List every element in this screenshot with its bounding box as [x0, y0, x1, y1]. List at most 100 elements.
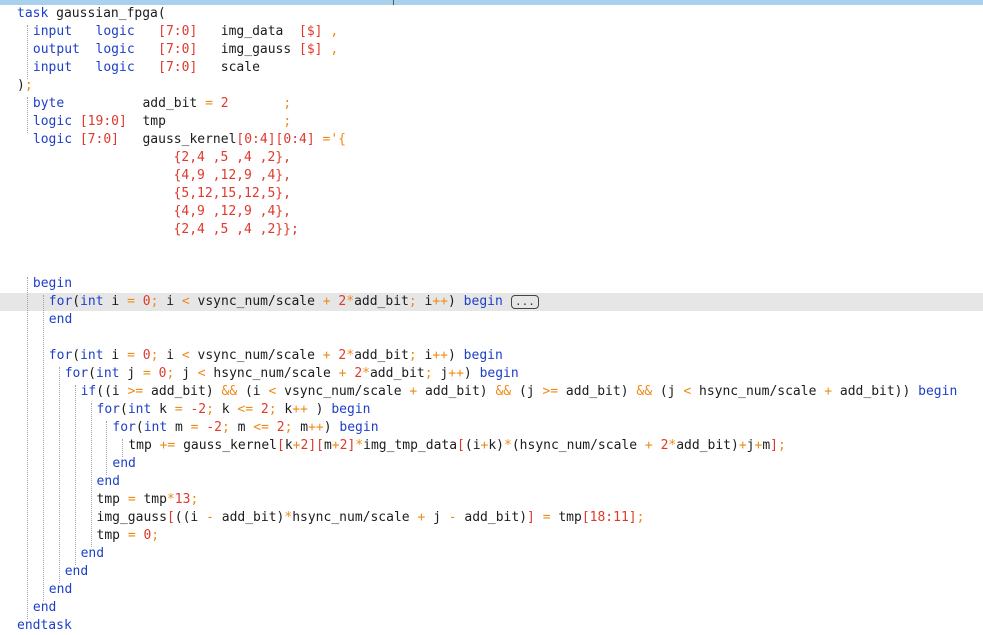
indent-guide	[26, 277, 28, 619]
code-line[interactable]: end	[0, 545, 983, 563]
code-line[interactable]: output logic [7:0] img_gauss [$] ,	[0, 41, 983, 59]
code-token: add_bit)	[558, 384, 637, 399]
code-line[interactable]: end	[0, 455, 983, 473]
code-line[interactable]: input logic [7:0] img_data [$] ,	[0, 23, 983, 41]
code-line[interactable]: img_gauss[((i - add_bit)*hsync_num/scale…	[0, 509, 983, 527]
code-token: gauss_kernel	[175, 438, 278, 453]
code-token: i	[416, 348, 433, 363]
code-text: for(int i = 0; i < vsync_num/scale + 2*a…	[49, 293, 503, 311]
code-line[interactable]: for(int k = -2; k <= 2; k++ ) begin	[0, 401, 983, 419]
code-token: hsync_num/scale	[691, 384, 825, 399]
code-line[interactable]: task gaussian_fpga(	[0, 5, 983, 23]
code-token: >=	[127, 384, 144, 399]
code-token: img_data	[197, 24, 300, 39]
code-token: hsync_num/scale	[292, 510, 418, 525]
code-line[interactable]: tmp = 0;	[0, 527, 983, 545]
code-token: add_bit	[354, 294, 409, 309]
code-text: end	[49, 311, 72, 329]
code-token: [7:0]	[158, 24, 198, 39]
code-line[interactable]: {4,9 ,12,9 ,4},	[0, 167, 983, 185]
code-token: (	[135, 420, 144, 435]
code-line[interactable]: {2,4 ,5 ,4 ,2},	[0, 149, 983, 167]
code-token: ;	[283, 114, 292, 129]
code-token: +	[331, 438, 340, 453]
code-token: k	[151, 402, 175, 417]
code-line[interactable]	[0, 239, 983, 257]
code-line[interactable]: for(int i = 0; i < vsync_num/scale + 2*a…	[0, 347, 983, 365]
code-token: -	[448, 510, 457, 525]
code-token: int	[80, 294, 104, 309]
code-text: for(int j = 0; j < hsync_num/scale + 2*a…	[65, 365, 519, 383]
code-token: <	[683, 384, 692, 399]
code-line[interactable]: begin	[0, 275, 983, 293]
code-line[interactable]: input logic [7:0] scale	[0, 59, 983, 77]
code-token: byte	[32, 96, 65, 111]
code-text: tmp += gauss_kernel[k+2][m+2]*img_tmp_da…	[128, 437, 786, 455]
code-token: 2	[354, 366, 363, 381]
code-token: <	[181, 294, 190, 309]
code-token: ;	[151, 528, 160, 543]
code-line[interactable]: end	[0, 563, 983, 581]
code-line[interactable]: for(int m = -2; m <= 2; m++) begin	[0, 419, 983, 437]
code-token: add_bit)	[676, 438, 739, 453]
code-token: j	[425, 510, 449, 525]
code-line[interactable]	[0, 257, 983, 275]
code-line[interactable]: {2,4 ,5 ,4 ,2}};	[0, 221, 983, 239]
fold-marker-button[interactable]: ...	[511, 295, 539, 309]
code-line[interactable]: byte add_bit = 2 ;	[0, 95, 983, 113]
code-line[interactable]: logic [19:0] tmp ;	[0, 113, 983, 131]
code-text: );	[17, 77, 33, 95]
code-token: i	[103, 348, 128, 363]
code-token: ;	[24, 78, 33, 93]
code-token: ;	[206, 402, 214, 417]
code-token: tmp	[126, 114, 284, 129]
code-token: =	[142, 366, 151, 381]
code-token: begin	[32, 276, 73, 291]
code-token: ;	[283, 96, 292, 111]
code-token: gauss_kernel	[119, 132, 237, 147]
code-token: int	[143, 420, 168, 435]
code-line[interactable]: );	[0, 77, 983, 95]
code-token: ]	[770, 438, 778, 453]
code-line[interactable]: for(int i = 0; i < vsync_num/scale + 2*a…	[0, 293, 983, 311]
code-token: +	[738, 438, 747, 453]
code-text: end	[65, 563, 88, 581]
code-token: input	[32, 24, 73, 39]
code-line[interactable]: if((i >= add_bit) && (i < vsync_num/scal…	[0, 383, 983, 401]
code-token: endtask	[17, 618, 72, 633]
code-token: [	[277, 438, 285, 453]
code-token: add_bit	[354, 348, 409, 363]
code-token: )	[307, 402, 332, 417]
code-line[interactable]: end	[0, 581, 983, 599]
code-line[interactable]: tmp = tmp*13;	[0, 491, 983, 509]
indent-guide	[106, 421, 108, 475]
code-token: ,	[330, 42, 339, 57]
code-line[interactable]: endtask	[0, 617, 983, 635]
code-line[interactable]: for(int j = 0; j < hsync_num/scale + 2*a…	[0, 365, 983, 383]
code-line[interactable]: {5,12,15,12,5},	[0, 185, 983, 203]
code-token: img_gauss	[96, 510, 167, 525]
code-text: {4,9 ,12,9 ,4},	[17, 203, 291, 221]
code-line[interactable]: end	[0, 473, 983, 491]
code-token: 2	[260, 402, 269, 417]
code-token: =	[190, 420, 199, 435]
indent-guide	[122, 439, 124, 457]
code-line[interactable]: end	[0, 599, 983, 617]
code-text: for(int i = 0; i < vsync_num/scale + 2*a…	[49, 347, 503, 365]
code-token: (j	[652, 384, 684, 399]
code-token: tmp	[96, 528, 128, 543]
code-line[interactable]	[0, 329, 983, 347]
code-token: end	[80, 546, 105, 561]
code-line[interactable]: {4,9 ,12,9 ,4},	[0, 203, 983, 221]
code-line[interactable]: tmp += gauss_kernel[k+2][m+2]*img_tmp_da…	[0, 437, 983, 455]
code-editor[interactable]: task gaussian_fpga(input logic [7:0] img…	[0, 5, 983, 635]
code-token: logic	[95, 24, 135, 39]
code-line[interactable]: logic [7:0] gauss_kernel[0:4][0:4] ='{	[0, 131, 983, 149]
code-line[interactable]: end	[0, 311, 983, 329]
